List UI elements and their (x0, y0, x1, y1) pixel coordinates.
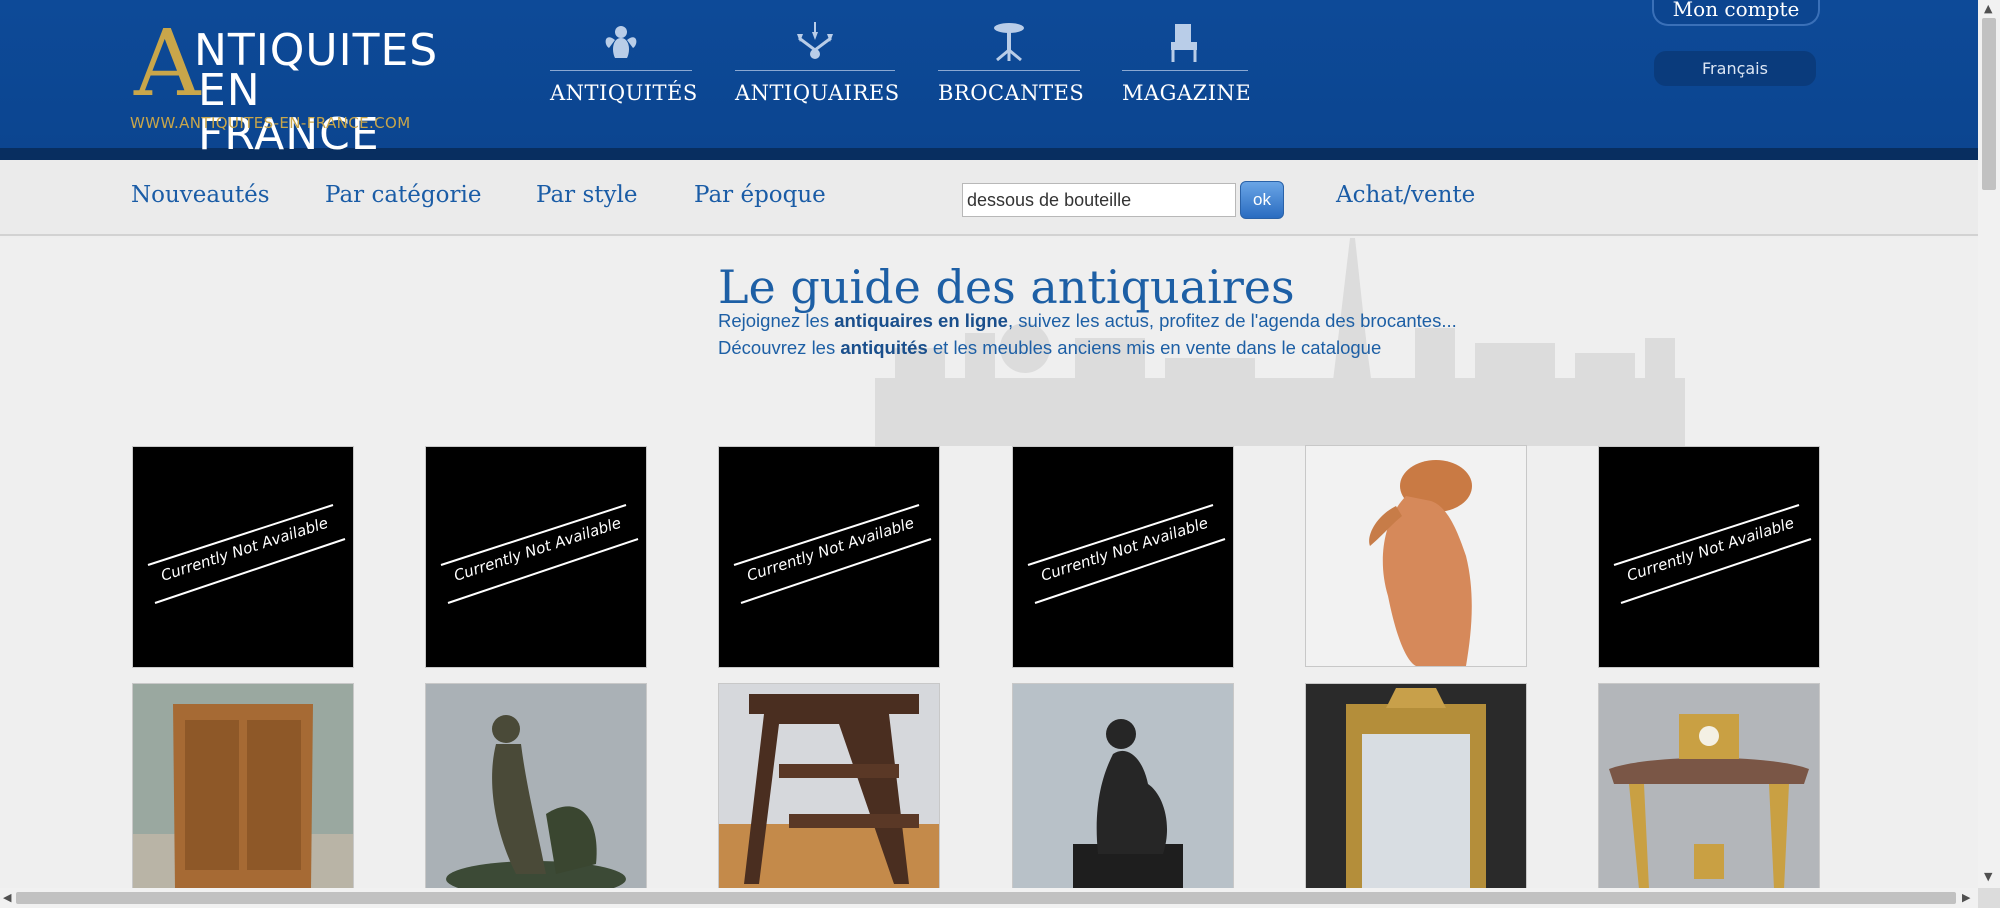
scroll-left-icon[interactable]: ◀ (3, 891, 11, 904)
site-logo[interactable]: A NTIQUITES EN FRANCE WWW.ANTIQUITES-EN-… (130, 18, 440, 157)
nav-antiquaires[interactable]: ANTIQUAIRES (735, 20, 900, 110)
armchair-icon (1171, 24, 1197, 62)
nav-brocantes[interactable]: BROCANTES (938, 20, 1085, 110)
scroll-right-icon[interactable]: ▶ (1962, 891, 1970, 904)
nav-label: MAGAZINE (1122, 81, 1252, 105)
text: et les meubles anciens mis en vente dans… (927, 337, 1382, 358)
nav-magazine[interactable]: MAGAZINE (1122, 20, 1252, 110)
account-button[interactable]: Mon compte (1652, 0, 1820, 26)
terracotta-statue-image (1306, 446, 1526, 666)
link-achat-vente[interactable]: Achat/vente (1336, 182, 1475, 208)
product-thumbnail[interactable] (1598, 683, 1820, 893)
cherub-icon (605, 26, 637, 58)
search-ok-button[interactable]: ok (1240, 181, 1284, 219)
link-par-categorie[interactable]: Par catégorie (325, 182, 481, 208)
link-par-style[interactable]: Par style (536, 182, 637, 208)
product-thumbnail[interactable] (718, 683, 940, 893)
nav-antiquites[interactable]: ANTIQUITÉS (550, 20, 698, 110)
nav-label: BROCANTES (938, 81, 1085, 105)
product-thumbnail[interactable] (1305, 445, 1527, 667)
unavailable-text: Currently Not Available (159, 514, 331, 585)
product-thumbnail[interactable]: Currently Not Available (718, 446, 940, 668)
scroll-up-icon[interactable]: ▲ (1984, 2, 1992, 15)
guide-intro-line1: Rejoignez les antiquaires en ligne, suiv… (718, 310, 1457, 332)
product-thumbnail[interactable]: Currently Not Available (1598, 446, 1820, 668)
search-input[interactable] (962, 183, 1236, 217)
sub-navigation: Nouveautés Par catégorie Par style Par é… (0, 160, 1978, 236)
vertical-scrollbar[interactable]: ▲ ▼ (1978, 0, 2000, 888)
unavailable-image: Currently Not Available (147, 504, 346, 604)
unavailable-image: Currently Not Available (1027, 504, 1226, 604)
page-title: Le guide des antiquaires (718, 260, 1295, 314)
text: , suivez les actus, profitez de l'agenda… (1007, 310, 1457, 331)
site-header: A NTIQUITES EN FRANCE WWW.ANTIQUITES-EN-… (0, 0, 1978, 160)
product-thumbnail[interactable]: Currently Not Available (1012, 446, 1234, 668)
product-thumbnail[interactable] (132, 683, 354, 893)
unavailable-text: Currently Not Available (1625, 514, 1797, 585)
product-thumbnail[interactable]: Currently Not Available (425, 446, 647, 668)
logo-line2: EN FRANCE (198, 65, 380, 160)
product-thumbnail[interactable]: Currently Not Available (132, 446, 354, 668)
scrollbar-corner (1978, 888, 2000, 908)
nav-label: ANTIQUAIRES (735, 81, 900, 105)
product-thumbnail[interactable] (1305, 683, 1527, 893)
unavailable-text: Currently Not Available (745, 514, 917, 585)
unavailable-image: Currently Not Available (1613, 504, 1812, 604)
link-antiquites[interactable]: antiquités (840, 337, 927, 358)
unavailable-image: Currently Not Available (733, 504, 932, 604)
logo-url: WWW.ANTIQUITES-EN-FRANCE.COM (130, 114, 411, 132)
library-steps-image (719, 684, 939, 892)
console-table-clock-image (1599, 684, 1819, 892)
text: Rejoignez les (718, 310, 835, 331)
vertical-scroll-thumb[interactable] (1982, 18, 1996, 190)
unavailable-text: Currently Not Available (1039, 514, 1211, 585)
product-thumbnail[interactable] (425, 683, 647, 893)
scroll-down-icon[interactable]: ▼ (1984, 870, 1992, 883)
horizontal-scroll-thumb[interactable] (16, 892, 1956, 904)
nav-divider (550, 70, 692, 71)
logo-big-letter: A (134, 10, 201, 117)
unavailable-text: Currently Not Available (452, 514, 624, 585)
text: Découvrez les (718, 337, 841, 358)
bronze-sculpture-image (426, 684, 646, 892)
black-statue-image (1013, 684, 1233, 892)
guide-intro-line2: Découvrez les antiquités et les meubles … (718, 337, 1381, 359)
nav-divider (735, 70, 895, 71)
link-antiquaires-en-ligne[interactable]: antiquaires en ligne (834, 310, 1008, 331)
nav-divider (1122, 70, 1248, 71)
wooden-cabinet-image (133, 684, 353, 892)
main-content: Le guide des antiquaires Rejoignez les a… (0, 238, 1978, 893)
unavailable-image: Currently Not Available (440, 504, 639, 604)
nav-label: ANTIQUITÉS (550, 81, 698, 105)
link-nouveautes[interactable]: Nouveautés (131, 182, 270, 208)
chandelier-icon (797, 22, 833, 59)
link-par-epoque[interactable]: Par époque (694, 182, 826, 208)
pedestal-table-icon (994, 23, 1024, 62)
nav-divider (938, 70, 1080, 71)
language-selector[interactable]: Français (1654, 51, 1816, 86)
horizontal-scrollbar[interactable]: ◀ ▶ (0, 888, 1978, 908)
product-thumbnail[interactable] (1012, 683, 1234, 893)
gilt-mirror-image (1306, 684, 1526, 892)
